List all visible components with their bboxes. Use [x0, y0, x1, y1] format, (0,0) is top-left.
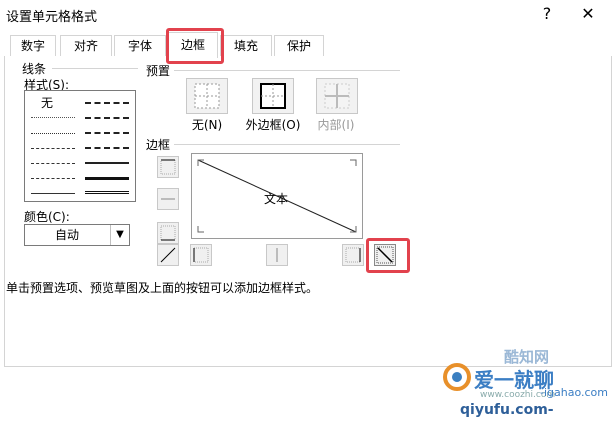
preset-outline-icon	[260, 83, 286, 109]
line-style-list[interactable]: 无	[24, 90, 136, 202]
color-label: 颜色(C):	[24, 210, 70, 224]
diagonal-highlight-outline	[366, 238, 410, 273]
line-style-dashed[interactable]	[31, 178, 75, 179]
preset-none-button[interactable]	[186, 78, 228, 114]
help-button[interactable]: ?	[536, 2, 558, 26]
watermark: 酷知网 爱一就聊 www.coozhi.com -igahao.com qiyu…	[440, 340, 614, 423]
border-group-divider	[174, 144, 400, 145]
border-inside-vertical-button[interactable]	[266, 244, 288, 266]
tab-font[interactable]: 字体	[114, 35, 166, 57]
border-inside-horizontal-icon	[161, 198, 175, 200]
diagonal-up-icon	[160, 247, 176, 263]
watermark-line5: qiyufu.com-	[460, 402, 554, 418]
line-style-double[interactable]	[85, 191, 129, 194]
preset-none-label: 无(N)	[191, 118, 223, 132]
border-inside-horizontal-button[interactable]	[157, 188, 179, 210]
line-style-dotted[interactable]	[31, 133, 75, 134]
color-value: 自动	[54, 228, 79, 242]
line-style-none[interactable]: 无	[41, 94, 53, 111]
tab-fill[interactable]: 填充	[220, 35, 272, 57]
border-preview[interactable]: 文本	[191, 153, 363, 239]
line-style-hair[interactable]	[31, 117, 75, 118]
border-group-label: 边框	[146, 138, 171, 152]
color-dropdown[interactable]: 自动 ▼	[24, 224, 130, 246]
border-top-button[interactable]	[157, 156, 179, 178]
preset-outline-button[interactable]	[252, 78, 294, 114]
chevron-down-icon[interactable]: ▼	[110, 225, 129, 245]
border-bottom-icon	[160, 225, 176, 241]
tab-number[interactable]: 数字	[10, 35, 56, 57]
line-style-dash-dot-dot[interactable]	[31, 148, 75, 149]
line-style-medium-dashed[interactable]	[85, 147, 129, 149]
tab-protection[interactable]: 保护	[274, 35, 324, 57]
line-group-divider	[52, 68, 138, 69]
border-inside-vertical-icon	[276, 248, 278, 262]
line-style-thick[interactable]	[85, 177, 129, 180]
border-top-icon	[160, 159, 176, 175]
line-style-dash-dot[interactable]	[31, 163, 75, 164]
tab-alignment[interactable]: 对齐	[60, 35, 112, 57]
preset-inside-button[interactable]	[316, 78, 358, 114]
line-style-thin[interactable]	[31, 193, 75, 194]
dialog-title: 设置单元格格式	[6, 10, 98, 25]
preview-text: 文本	[264, 192, 289, 206]
preset-group-label: 预置	[146, 64, 171, 78]
border-left-icon	[193, 247, 209, 263]
watermark-logo-icon	[443, 363, 471, 391]
line-style-medium-dash-dot[interactable]	[85, 132, 129, 134]
border-right-icon	[345, 247, 361, 263]
preset-inside-label: 内部(I)	[317, 118, 355, 132]
info-text: 单击预置选项、预览草图及上面的按钮可以添加边框样式。	[6, 281, 319, 295]
preset-group-divider	[174, 70, 400, 71]
line-group-label: 线条	[22, 62, 47, 76]
preset-none-icon	[194, 83, 220, 109]
close-button[interactable]: ✕	[576, 2, 600, 26]
preset-outline-label: 外边框(O)	[245, 118, 301, 132]
border-diagonal-up-button[interactable]	[157, 244, 179, 266]
border-bottom-button[interactable]	[157, 222, 179, 244]
tab-border[interactable]: 边框	[168, 32, 218, 58]
watermark-line4: -igahao.com	[540, 386, 608, 399]
line-style-medium[interactable]	[85, 162, 129, 164]
line-style-slant-dash-dot[interactable]	[85, 117, 129, 119]
preset-inside-icon	[324, 83, 350, 109]
border-right-button[interactable]	[342, 244, 364, 266]
border-left-button[interactable]	[190, 244, 212, 266]
line-style-medium-dash-dot-dot[interactable]	[85, 102, 129, 104]
